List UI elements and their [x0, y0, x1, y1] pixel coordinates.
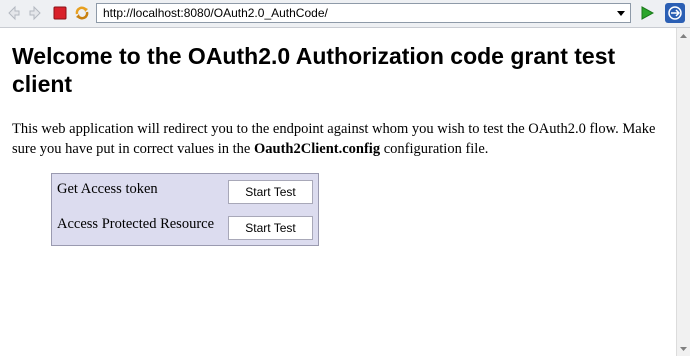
- access-protected-resource-label: Access Protected Resource: [57, 216, 215, 232]
- address-bar[interactable]: [96, 3, 631, 23]
- scroll-down-icon[interactable]: [679, 344, 688, 353]
- go-icon[interactable]: [638, 4, 656, 22]
- page-content: Welcome to the OAuth2.0 Authorization co…: [0, 28, 676, 356]
- intro-text-end: configuration file.: [380, 141, 489, 157]
- page-title: Welcome to the OAuth2.0 Authorization co…: [12, 43, 616, 97]
- browser-toolbar: [0, 0, 690, 28]
- intro-text: This web application will redirect you t…: [12, 119, 672, 159]
- config-filename: Oauth2Client.config: [254, 141, 381, 157]
- dropdown-icon[interactable]: [614, 6, 628, 20]
- stop-icon[interactable]: [51, 4, 69, 22]
- vertical-scrollbar[interactable]: [676, 28, 690, 356]
- back-icon[interactable]: [4, 4, 22, 22]
- start-test-protected-resource-button[interactable]: Start Test: [228, 216, 313, 240]
- get-access-token-label: Get Access token: [57, 181, 158, 197]
- forward-icon[interactable]: [27, 4, 45, 22]
- scroll-up-icon[interactable]: [679, 31, 688, 40]
- app-logo-icon[interactable]: [665, 3, 685, 23]
- start-test-access-token-button[interactable]: Start Test: [228, 180, 313, 204]
- test-panel: Get Access token Start Test Access Prote…: [51, 173, 319, 246]
- refresh-icon[interactable]: [73, 4, 91, 22]
- url-input[interactable]: [103, 5, 608, 21]
